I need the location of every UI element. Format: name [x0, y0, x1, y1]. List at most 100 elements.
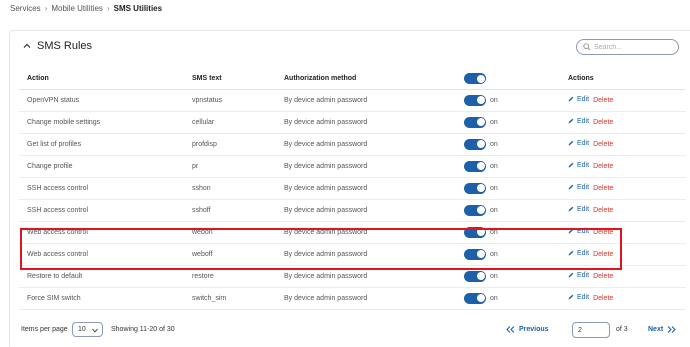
- delete-button[interactable]: Delete: [593, 229, 613, 236]
- edit-button[interactable]: Edit: [568, 96, 589, 103]
- edit-label: Edit: [577, 271, 590, 279]
- pencil-icon: [568, 184, 574, 190]
- enable-toggle[interactable]: [464, 248, 486, 260]
- cell-enabled: on: [464, 111, 568, 134]
- search-input[interactable]: [594, 43, 674, 51]
- cell-sms-text: vpnstatus: [190, 89, 282, 112]
- enable-toggle[interactable]: [464, 270, 486, 282]
- cell-authorization-method: By device admin password: [282, 155, 464, 178]
- cell-authorization-method: By device admin password: [282, 89, 464, 112]
- pencil-icon: [568, 162, 574, 168]
- table-row: SSH access control sshon By device admin p…: [19, 177, 686, 200]
- delete-button[interactable]: Delete: [593, 185, 613, 192]
- chevron-up-icon[interactable]: [22, 41, 32, 51]
- edit-button[interactable]: Edit: [568, 250, 589, 257]
- edit-label: Edit: [577, 161, 590, 169]
- section-header[interactable]: SMS Rules: [22, 40, 92, 52]
- table-row: Web access control weboff By device admin …: [19, 243, 686, 266]
- chevron-down-icon: [92, 328, 98, 333]
- toggle-state-label: on: [490, 96, 498, 104]
- header-authorization-method[interactable]: Authorization method: [282, 69, 464, 90]
- cell-actions: Edit Delete: [568, 155, 686, 178]
- items-per-page-select[interactable]: 10: [72, 322, 103, 337]
- toggle-state-label: on: [490, 272, 498, 280]
- delete-button[interactable]: Delete: [593, 207, 613, 214]
- enable-toggle[interactable]: [464, 160, 486, 172]
- pagination-bar: Items per page 10 Showing 11-20 of 30 Pr…: [21, 322, 686, 340]
- edit-button[interactable]: Edit: [568, 228, 589, 235]
- delete-button[interactable]: Delete: [593, 97, 613, 104]
- page-number-input[interactable]: 2: [572, 322, 610, 338]
- toggle-state-label: on: [490, 294, 498, 302]
- header-sms-text[interactable]: SMS text: [190, 69, 282, 90]
- cell-actions: Edit Delete: [568, 199, 686, 222]
- delete-button[interactable]: Delete: [593, 251, 613, 258]
- toggle-all-switch[interactable]: [464, 73, 486, 85]
- delete-button[interactable]: Delete: [593, 273, 613, 280]
- toggle-state-label: on: [490, 118, 498, 126]
- cell-enabled: on: [464, 199, 568, 222]
- delete-button[interactable]: Delete: [593, 141, 613, 148]
- cell-authorization-method: By device admin password: [282, 221, 464, 244]
- delete-button[interactable]: Delete: [593, 119, 613, 126]
- cell-authorization-method: By device admin password: [282, 177, 464, 200]
- edit-button[interactable]: Edit: [568, 118, 589, 125]
- cell-sms-text: sshoff: [190, 199, 282, 222]
- cell-enabled: on: [464, 265, 568, 288]
- toggle-state-label: on: [490, 206, 498, 214]
- table-row: Restore to default restore By device admin…: [19, 265, 686, 288]
- cell-action: Force SIM switch: [19, 287, 190, 310]
- previous-page-button[interactable]: Previous: [506, 326, 549, 333]
- cell-action: Change mobile settings: [19, 111, 190, 134]
- table-row: Web access control webon By device admin p…: [19, 221, 686, 244]
- toggle-state-label: on: [490, 184, 498, 192]
- header-action[interactable]: Action: [19, 69, 190, 90]
- cell-enabled: on: [464, 177, 568, 200]
- enable-toggle[interactable]: [464, 292, 486, 304]
- previous-label: Previous: [519, 326, 549, 333]
- cell-actions: Edit Delete: [568, 89, 686, 112]
- items-per-page-label: Items per page: [21, 326, 68, 333]
- edit-button[interactable]: Edit: [568, 272, 589, 279]
- enable-toggle[interactable]: [464, 116, 486, 128]
- cell-authorization-method: By device admin password: [282, 111, 464, 134]
- cell-enabled: on: [464, 221, 568, 244]
- breadcrumb-separator: ›: [106, 4, 110, 13]
- pencil-icon: [568, 250, 574, 256]
- edit-label: Edit: [577, 183, 590, 191]
- edit-label: Edit: [577, 139, 590, 147]
- edit-button[interactable]: Edit: [568, 162, 589, 169]
- breadcrumb-separator: ›: [44, 4, 48, 13]
- table-row: Change profile pr By device admin password…: [19, 155, 686, 178]
- enable-toggle[interactable]: [464, 94, 486, 106]
- cell-enabled: on: [464, 155, 568, 178]
- edit-button[interactable]: Edit: [568, 140, 589, 147]
- enable-toggle[interactable]: [464, 138, 486, 150]
- next-page-button[interactable]: Next: [648, 326, 676, 333]
- table-row: SSH access control sshoff By device admin …: [19, 199, 686, 222]
- cell-action: Web access control: [19, 221, 190, 244]
- edit-button[interactable]: Edit: [568, 206, 589, 213]
- search-box[interactable]: [576, 39, 679, 55]
- enable-toggle[interactable]: [464, 182, 486, 194]
- delete-button[interactable]: Delete: [593, 295, 613, 302]
- cell-actions: Edit Delete: [568, 265, 686, 288]
- pencil-icon: [568, 206, 574, 212]
- breadcrumb-mobile-utilities[interactable]: Mobile Utilities: [51, 4, 103, 13]
- edit-label: Edit: [577, 293, 590, 301]
- delete-button[interactable]: Delete: [593, 163, 613, 170]
- pencil-icon: [568, 294, 574, 300]
- enable-toggle[interactable]: [464, 204, 486, 216]
- cell-authorization-method: By device admin password: [282, 133, 464, 156]
- pencil-icon: [568, 228, 574, 234]
- cell-sms-text: sshon: [190, 177, 282, 200]
- cell-actions: Edit Delete: [568, 243, 686, 266]
- edit-button[interactable]: Edit: [568, 294, 589, 301]
- edit-button[interactable]: Edit: [568, 184, 589, 191]
- cell-actions: Edit Delete: [568, 133, 686, 156]
- toggle-state-label: on: [490, 250, 498, 258]
- cell-actions: Edit Delete: [568, 287, 686, 310]
- cell-action: Web access control: [19, 243, 190, 266]
- enable-toggle[interactable]: [464, 226, 486, 238]
- breadcrumb-services[interactable]: Services: [10, 4, 41, 13]
